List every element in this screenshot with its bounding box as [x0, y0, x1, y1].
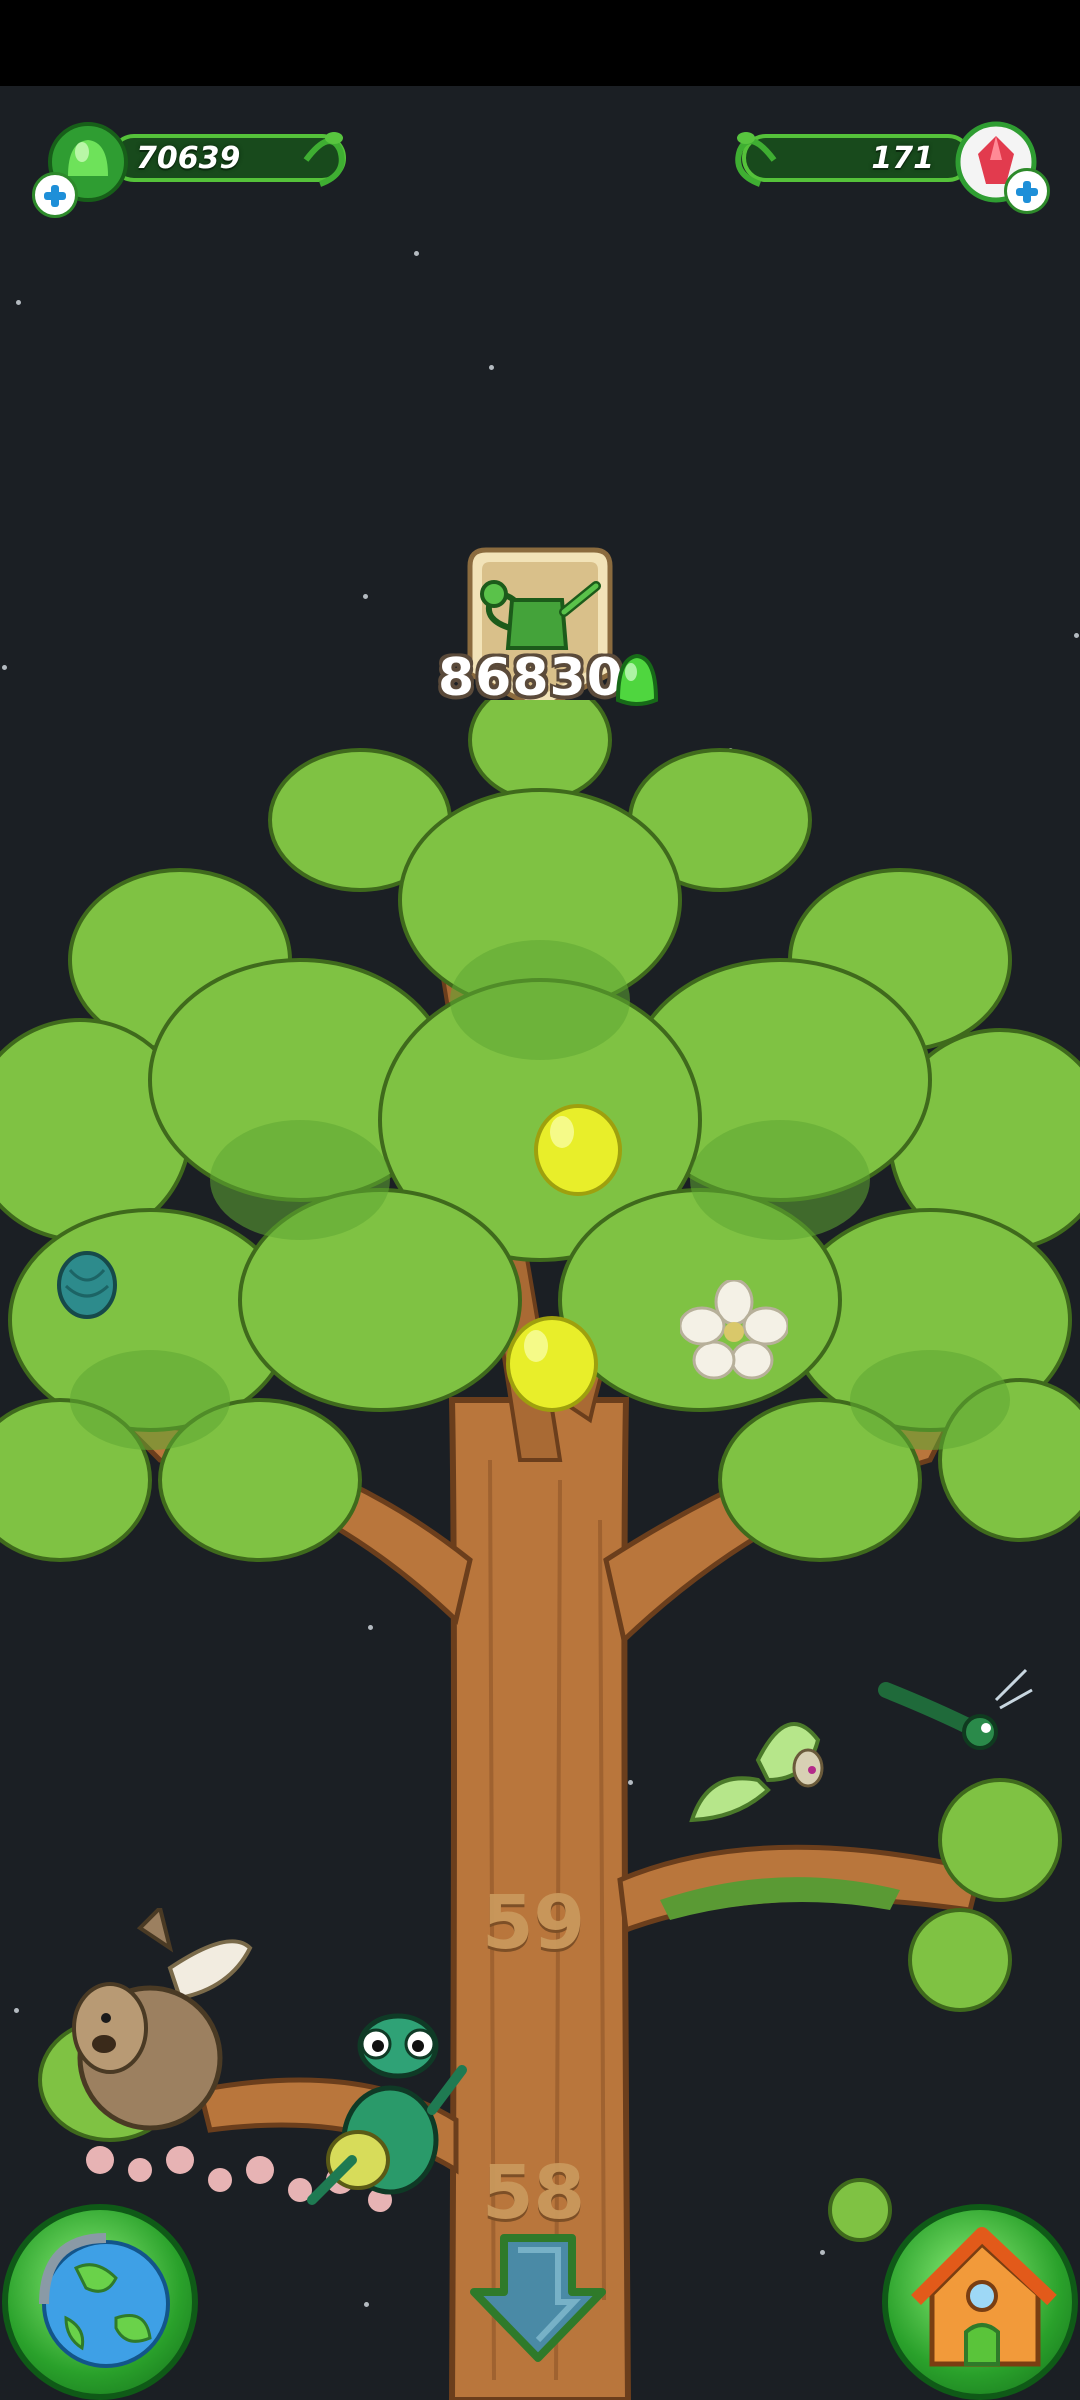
upgrade-cost: 86830	[438, 648, 624, 708]
gem-count: 70639	[136, 141, 241, 176]
house-icon	[911, 2227, 1057, 2367]
vine-ornament-icon	[735, 132, 777, 187]
tree-level-58: 58	[482, 2150, 585, 2236]
status-bar	[0, 0, 1080, 86]
teal-shell-icon[interactable]	[56, 1250, 118, 1320]
butterfly-creature[interactable]	[688, 1700, 838, 1840]
lemon-fruit-icon[interactable]	[504, 1312, 600, 1412]
world-map-button[interactable]	[2, 2204, 198, 2400]
add-crystals-button[interactable]	[1004, 168, 1050, 214]
vine-ornament-icon	[303, 132, 345, 187]
dragonfly-creature[interactable]	[876, 1660, 1036, 1790]
globe-icon	[39, 2233, 170, 2368]
lemon-fruit-icon[interactable]	[532, 1100, 624, 1196]
down-arrow-icon[interactable]	[468, 2232, 608, 2364]
flying-dog-creature[interactable]	[50, 1908, 260, 2138]
add-gems-button[interactable]	[32, 172, 78, 218]
tree-level-59: 59	[482, 1880, 585, 1966]
mantis-creature[interactable]	[282, 2010, 482, 2210]
tree	[0, 700, 1080, 2400]
watering-can-icon	[480, 580, 601, 650]
white-flower-icon[interactable]	[680, 1280, 788, 1380]
home-button[interactable]	[882, 2204, 1078, 2400]
crystal-count: 171	[871, 141, 934, 176]
